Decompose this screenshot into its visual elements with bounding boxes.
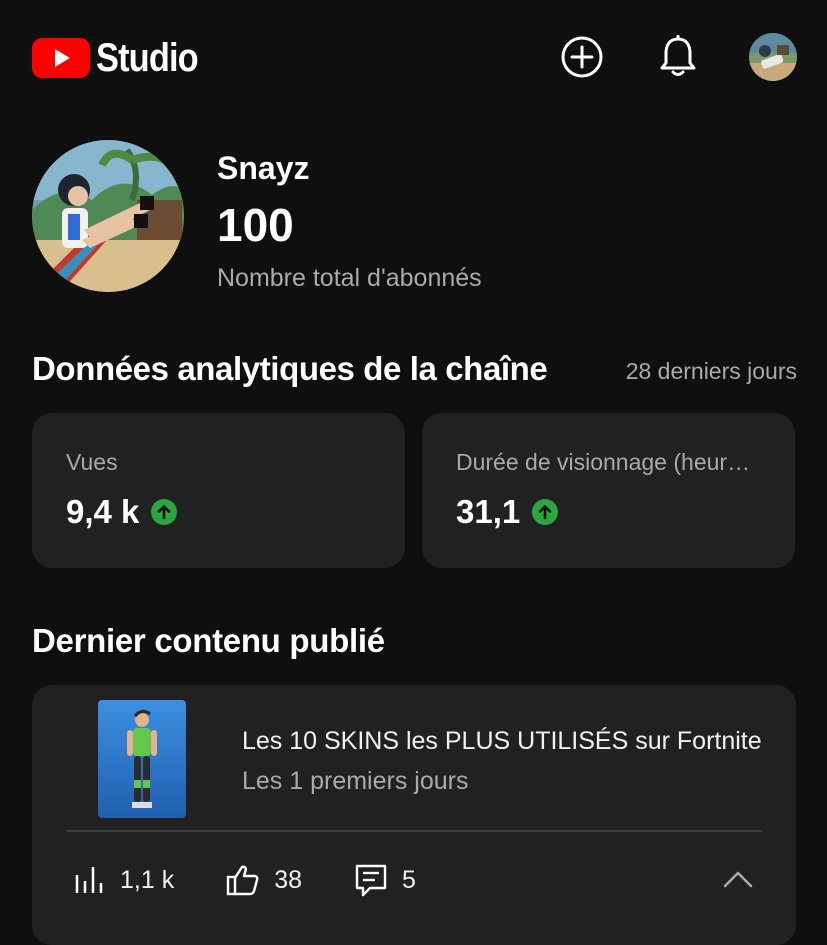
channel-name: Snayz: [217, 150, 310, 186]
latest-content-title: Dernier contenu publié: [32, 622, 385, 659]
notifications-button[interactable]: [654, 33, 702, 81]
metric-label: Vues: [66, 449, 118, 475]
chevron-up-icon[interactable]: [722, 869, 754, 889]
subscriber-label: Nombre total d'abonnés: [217, 264, 482, 292]
create-button[interactable]: [558, 33, 606, 81]
channel-avatar-image: [32, 140, 184, 292]
channel-header: Snayz 100 Nombre total d'abonnés: [32, 140, 792, 295]
metric-label: Durée de visionnage (heures): [456, 449, 756, 475]
subscriber-count: 100: [217, 199, 294, 251]
channel-avatar[interactable]: [32, 140, 184, 292]
likes-stat: 38: [226, 863, 302, 897]
likes-count: 38: [274, 865, 303, 894]
comments-stat: 5: [354, 863, 416, 897]
comment-icon: [355, 864, 387, 897]
metric-value: 31,1: [456, 493, 521, 530]
analytics-period: 28 derniers jours: [625, 358, 797, 384]
top-bar: Studio: [0, 0, 827, 118]
plus-circle-icon: [561, 36, 603, 78]
divider: [66, 830, 762, 832]
arrow-up-circle-icon: [151, 499, 178, 525]
video-period: Les 1 premiers jours: [242, 767, 469, 795]
metric-value: 9,4 k: [66, 493, 140, 530]
watch-time-metric-card[interactable]: Durée de visionnage (heures) 31,1: [422, 413, 795, 568]
video-stats: 1,1 k 38 5: [72, 863, 468, 897]
views-metric-card[interactable]: Vues 9,4 k: [32, 413, 405, 568]
arrow-up-circle-icon: [532, 499, 559, 525]
thumbs-up-icon: [227, 865, 259, 896]
youtube-logo-icon: [32, 38, 90, 78]
app-title: Studio: [96, 36, 199, 80]
avatar-image: [749, 33, 797, 81]
account-avatar[interactable]: [749, 33, 797, 81]
thumbnail-image: [98, 700, 186, 818]
video-title[interactable]: Les 10 SKINS les PLUS UTILISÉS sur Fortn…: [242, 727, 762, 756]
views-count: 1,1 k: [120, 865, 175, 894]
bar-chart-icon: [75, 867, 103, 893]
bell-icon: [660, 35, 696, 76]
comments-count: 5: [402, 865, 416, 894]
video-thumbnail[interactable]: [98, 700, 186, 818]
studio-logo[interactable]: Studio: [32, 36, 214, 80]
analytics-header: Données analytiques de la chaîne 28 dern…: [32, 348, 797, 392]
latest-video-card[interactable]: Les 10 SKINS les PLUS UTILISÉS sur Fortn…: [32, 685, 796, 945]
views-stat: 1,1 k: [72, 863, 174, 897]
analytics-title: Données analytiques de la chaîne: [32, 350, 548, 387]
